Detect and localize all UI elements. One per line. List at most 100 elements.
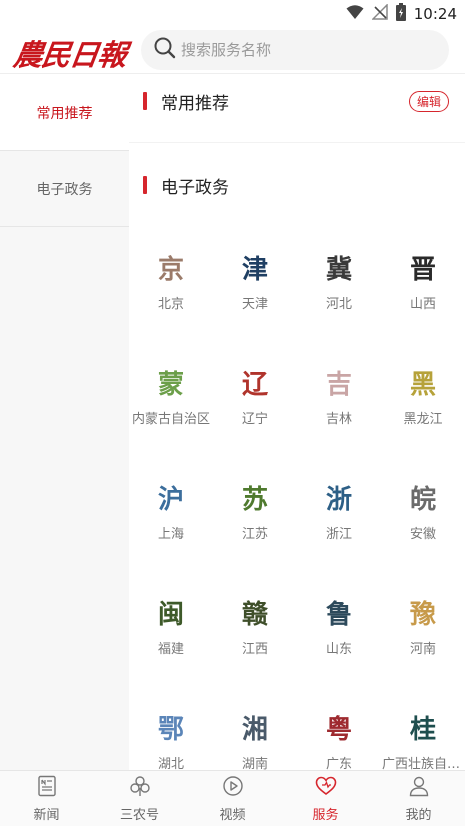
province-label: 河南 xyxy=(409,642,436,657)
province-emblem: 鲁 xyxy=(325,600,352,630)
province-emblem: 吉 xyxy=(325,370,352,400)
province-emblem: 闽 xyxy=(157,600,184,630)
no-signal-icon xyxy=(370,2,388,25)
province-emblem: 皖 xyxy=(409,485,436,515)
province-emblem: 津 xyxy=(241,255,268,285)
news-icon xyxy=(35,774,59,804)
nav-mine[interactable]: 我的 xyxy=(372,771,465,826)
province-label: 吉林 xyxy=(325,412,352,427)
province-emblem: 桂 xyxy=(409,715,436,745)
province-item[interactable]: 晋山西 xyxy=(381,217,465,332)
section-recommended-header: 常用推荐 编辑 xyxy=(129,75,465,127)
province-item[interactable]: 闽福建 xyxy=(129,562,213,677)
province-item[interactable]: 黑黑龙江 xyxy=(381,332,465,447)
province-label: 浙江 xyxy=(325,527,352,542)
province-label: 广西壮族自治区 xyxy=(382,757,464,770)
province-item[interactable]: 豫河南 xyxy=(381,562,465,677)
section-title: 常用推荐 xyxy=(161,93,229,114)
province-label: 江西 xyxy=(241,642,268,657)
sidebar-item-recommended[interactable]: 常用推荐 xyxy=(0,75,129,151)
province-label: 黑龙江 xyxy=(403,412,443,427)
province-item[interactable]: 皖安徽 xyxy=(381,447,465,562)
wifi-icon xyxy=(346,4,364,25)
province-item[interactable]: 桂广西壮族自治区 xyxy=(381,677,465,770)
section-egov-header: 电子政务 xyxy=(129,159,465,211)
category-sidebar: 常用推荐 电子政务 xyxy=(0,75,129,770)
province-emblem: 鄂 xyxy=(157,715,184,745)
nav-sannong[interactable]: 三农号 xyxy=(93,771,186,826)
province-item[interactable]: 津天津 xyxy=(213,217,297,332)
province-item[interactable]: 沪上海 xyxy=(129,447,213,562)
nav-news[interactable]: 新闻 xyxy=(0,771,93,826)
section-divider xyxy=(129,127,465,143)
province-item[interactable]: 鲁山东 xyxy=(297,562,381,677)
nav-label: 新闻 xyxy=(33,808,60,823)
sidebar-item-egov[interactable]: 电子政务 xyxy=(0,151,129,227)
edit-button[interactable]: 编辑 xyxy=(408,91,449,112)
search-bar[interactable] xyxy=(141,30,449,70)
clover-icon xyxy=(128,774,152,804)
status-icons: 10:24 xyxy=(346,2,457,26)
province-item[interactable]: 浙浙江 xyxy=(297,447,381,562)
province-emblem: 湘 xyxy=(241,715,268,745)
heart-icon xyxy=(314,774,338,804)
province-label: 湖北 xyxy=(157,757,184,770)
province-emblem: 豫 xyxy=(409,600,436,630)
app-logo: 農民日報 xyxy=(11,38,129,72)
province-item[interactable]: 吉吉林 xyxy=(297,332,381,447)
province-label: 山西 xyxy=(409,297,436,312)
battery-icon xyxy=(395,2,406,26)
province-label: 内蒙古自治区 xyxy=(131,412,210,427)
nav-video[interactable]: 视频 xyxy=(186,771,279,826)
province-item[interactable]: 京北京 xyxy=(129,217,213,332)
province-label: 江苏 xyxy=(241,527,268,542)
province-emblem: 黑 xyxy=(409,370,436,400)
province-emblem: 辽 xyxy=(241,370,268,400)
province-emblem: 浙 xyxy=(325,485,352,515)
section-title: 电子政务 xyxy=(161,177,229,198)
province-item[interactable]: 辽辽宁 xyxy=(213,332,297,447)
province-label: 山东 xyxy=(325,642,352,657)
province-item[interactable]: 蒙内蒙古自治区 xyxy=(129,332,213,447)
province-label: 河北 xyxy=(325,297,352,312)
province-emblem: 苏 xyxy=(241,485,268,515)
province-label: 天津 xyxy=(241,297,268,312)
province-label: 广东 xyxy=(325,757,352,770)
nav-label: 服务 xyxy=(312,808,339,823)
bottom-nav: 新闻 三农号 视频 服务 我的 xyxy=(0,770,465,826)
play-icon xyxy=(221,774,245,804)
search-input[interactable] xyxy=(181,41,431,59)
province-item[interactable]: 冀河北 xyxy=(297,217,381,332)
service-content: 常用推荐 编辑 电子政务 京北京 津天津 冀河北 晋山西 蒙内蒙古自治区 辽辽宁… xyxy=(129,75,465,770)
province-label: 辽宁 xyxy=(241,412,268,427)
province-emblem: 冀 xyxy=(325,255,352,285)
province-emblem: 京 xyxy=(157,255,184,285)
province-item[interactable]: 鄂湖北 xyxy=(129,677,213,770)
province-label: 湖南 xyxy=(241,757,268,770)
section-marker xyxy=(143,176,147,194)
province-emblem: 沪 xyxy=(157,485,184,515)
province-item[interactable]: 湘湖南 xyxy=(213,677,297,770)
nav-label: 我的 xyxy=(405,808,432,823)
province-label: 北京 xyxy=(157,297,184,312)
province-item[interactable]: 赣江西 xyxy=(213,562,297,677)
province-label: 福建 xyxy=(157,642,184,657)
section-marker xyxy=(143,92,147,110)
status-bar: 10:24 xyxy=(0,0,465,28)
province-grid: 京北京 津天津 冀河北 晋山西 蒙内蒙古自治区 辽辽宁 吉吉林 黑黑龙江 沪上海… xyxy=(129,217,465,770)
nav-label: 视频 xyxy=(219,808,246,823)
province-emblem: 赣 xyxy=(241,600,268,630)
province-emblem: 晋 xyxy=(409,255,436,285)
app-header: 農民日報 xyxy=(0,28,465,74)
search-icon xyxy=(153,36,177,65)
status-time: 10:24 xyxy=(413,5,457,23)
person-icon xyxy=(407,774,431,804)
nav-label: 三农号 xyxy=(119,808,159,823)
province-item[interactable]: 苏江苏 xyxy=(213,447,297,562)
province-label: 安徽 xyxy=(409,527,436,542)
province-item[interactable]: 粤广东 xyxy=(297,677,381,770)
province-emblem: 粤 xyxy=(325,715,352,745)
province-emblem: 蒙 xyxy=(157,370,184,400)
province-label: 上海 xyxy=(157,527,184,542)
nav-service[interactable]: 服务 xyxy=(279,771,372,826)
